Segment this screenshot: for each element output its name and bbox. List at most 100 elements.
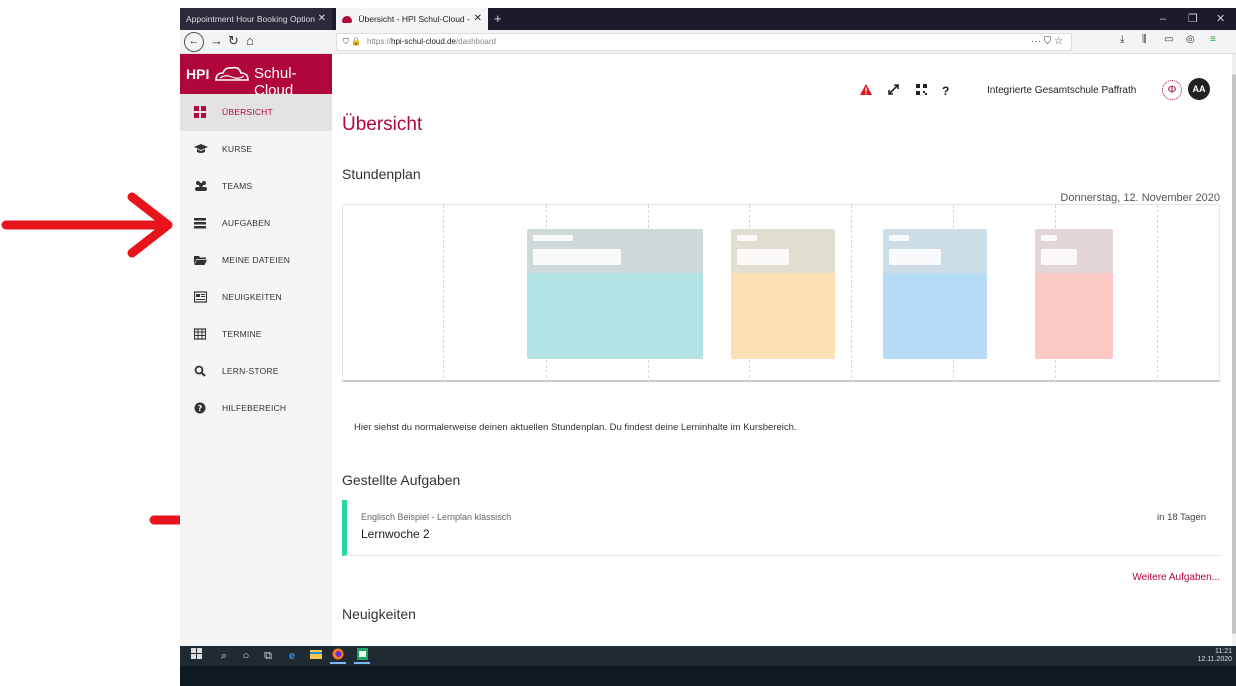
schedule-date: Donnerstag, 12. November 2020	[1060, 192, 1220, 204]
tasks-heading: Gestellte Aufgaben	[342, 472, 461, 488]
os-taskbar: ⌕ ○ ⧉ e 11:21 12.11.2020	[180, 646, 1236, 686]
sidebar-item-teams[interactable]: TEAMS	[180, 168, 332, 205]
library-icon[interactable]: ⫼	[1142, 34, 1147, 45]
schedule-gridline	[443, 205, 444, 383]
new-tab-button[interactable]: +	[494, 8, 502, 30]
scrollbar-thumb[interactable]	[1232, 74, 1236, 634]
url-bar[interactable]: ⛉ 🔒 https://hpi-schul-cloud.de/dashboard…	[336, 33, 1072, 51]
close-tab-icon[interactable]: ✕	[474, 8, 482, 30]
browser-tab-booking[interactable]: Appointment Hour Booking Option ✕	[180, 8, 332, 30]
task-title: Lernwoche 2	[361, 527, 430, 541]
schedule-placeholder-block	[1035, 229, 1113, 359]
close-tab-icon[interactable]: ✕	[318, 8, 326, 30]
svg-text:?: ?	[198, 404, 203, 413]
sidebar: HPI Schul-Cloud ÜBERSICHT KURSE TEAMS AU…	[180, 54, 332, 646]
url-host: hpi-schul-cloud.de	[391, 37, 456, 46]
reader-icon[interactable]: ▭	[1164, 34, 1173, 45]
school-logo-icon: Φ	[1162, 80, 1182, 100]
url-path: /dashboard	[455, 37, 496, 46]
windows-start-icon[interactable]	[188, 648, 204, 664]
sidebar-item-label: TEAMS	[222, 181, 253, 191]
schedule-gridline	[851, 205, 852, 383]
sidebar-item-label: ÜBERSICHT	[222, 107, 273, 117]
restore-icon[interactable]: ❐	[1188, 8, 1198, 30]
navigation-bar: ← → ↻ ⌂ ⛉ 🔒 https://hpi-schul-cloud.de/d…	[180, 30, 1236, 54]
avatar[interactable]: AA	[1188, 78, 1210, 100]
cortana-icon[interactable]: ○	[238, 648, 254, 664]
url-prefix: https://	[367, 37, 392, 46]
firefox-icon[interactable]	[330, 648, 346, 664]
sidebar-item-label: LERN-STORE	[222, 366, 279, 376]
clock-time: 11:21	[1215, 648, 1232, 655]
sidebar-item-uebersicht[interactable]: ÜBERSICHT	[180, 94, 332, 131]
minimize-icon[interactable]: –	[1160, 8, 1166, 30]
sidebar-item-hilfebereich[interactable]: ? HILFEBEREICH	[180, 390, 332, 427]
folder-icon	[194, 254, 207, 266]
browser-tab-dashboard[interactable]: Übersicht - HPI Schul-Cloud - ✕	[336, 8, 488, 30]
qr-code-icon[interactable]	[916, 84, 927, 95]
dashboard-icon	[194, 106, 206, 118]
warning-icon[interactable]	[860, 84, 872, 95]
newspaper-icon	[193, 291, 208, 303]
system-clock[interactable]: 11:21 12.11.2020	[1197, 648, 1232, 664]
more-tasks-link[interactable]: Weitere Aufgaben...	[1132, 572, 1220, 583]
cloud-logo-icon	[215, 66, 249, 81]
sidebar-item-label: AUFGABEN	[222, 218, 271, 228]
sidebar-item-termine[interactable]: TERMINE	[180, 316, 332, 353]
taskbar-strip: ⌕ ○ ⧉ e 11:21 12.11.2020	[180, 646, 1236, 666]
page-actions-icon[interactable]: ··· ⛉ ☆	[1031, 34, 1063, 50]
task-due: in 18 Tagen	[1157, 512, 1206, 523]
sidebar-item-label: KURSE	[222, 144, 253, 154]
sidebar-item-lern-store[interactable]: LERN-STORE	[180, 353, 332, 390]
tasks-icon	[194, 217, 206, 229]
menu-icon[interactable]: ≡	[1210, 34, 1216, 45]
clock-date: 12.11.2020	[1197, 656, 1232, 663]
graduation-cap-icon	[194, 143, 208, 155]
help-button[interactable]: ?	[942, 84, 949, 98]
page-title: Übersicht	[342, 114, 423, 135]
news-heading: Neuigkeiten	[342, 606, 416, 622]
back-button-icon[interactable]: ←	[184, 32, 204, 52]
sidebar-item-aufgaben[interactable]: AUFGABEN	[180, 205, 332, 242]
school-name[interactable]: Integrierte Gesamtschule Paffrath	[987, 85, 1136, 96]
scrollbar[interactable]	[1232, 54, 1236, 646]
extension-icon[interactable]: ◎	[1186, 34, 1195, 45]
users-icon	[194, 180, 207, 192]
search-icon[interactable]: ⌕	[216, 648, 232, 664]
task-card[interactable]: Englisch Beispiel - Lernplan klassisch L…	[342, 500, 1220, 556]
sidebar-item-label: NEUIGKEITEN	[222, 292, 282, 302]
calendar-icon	[193, 328, 207, 340]
edge-icon[interactable]: e	[284, 648, 300, 664]
lock-icon: ⛉ 🔒	[343, 37, 362, 46]
main-content: ? Integrierte Gesamtschule Paffrath Φ AA…	[332, 54, 1232, 646]
task-view-icon[interactable]: ⧉	[260, 648, 276, 664]
sidebar-item-label: MEINE DATEIEN	[222, 255, 291, 265]
sidebar-item-label: HILFEBEREICH	[222, 403, 287, 413]
explorer-icon[interactable]	[308, 648, 324, 664]
schedule-heading: Stundenplan	[342, 166, 421, 182]
sidebar-item-meine-dateien[interactable]: MEINE DATEIEN	[180, 242, 332, 279]
home-icon[interactable]: ⌂	[246, 32, 254, 50]
fullscreen-icon[interactable]	[888, 84, 899, 95]
reload-icon[interactable]: ↻	[228, 32, 239, 50]
spreadsheet-icon[interactable]	[354, 648, 370, 664]
annotation-arrow-aufgaben	[1, 192, 173, 258]
close-window-icon[interactable]: ✕	[1216, 8, 1225, 30]
tab-bar: Appointment Hour Booking Option ✕ Übersi…	[180, 8, 1236, 30]
tab-title: Übersicht - HPI Schul-Cloud -	[358, 14, 470, 24]
schedule-note: Hier siehst du normalerweise deinen aktu…	[354, 422, 797, 433]
task-course: Englisch Beispiel - Lernplan klassisch	[361, 512, 512, 522]
cloud-favicon-icon	[342, 16, 352, 24]
schedule-placeholder-block	[527, 229, 703, 359]
schedule-placeholder-block	[731, 229, 835, 359]
brand-logo[interactable]: HPI Schul-Cloud	[180, 54, 332, 99]
forward-button-icon[interactable]: →	[210, 32, 223, 50]
help-icon: ?	[194, 402, 206, 414]
browser-window: Appointment Hour Booking Option ✕ Übersi…	[180, 8, 1236, 686]
schedule-gridline	[1157, 205, 1158, 383]
schedule-grid	[342, 204, 1220, 383]
download-icon[interactable]: ⤓	[1120, 34, 1124, 45]
sidebar-item-kurse[interactable]: KURSE	[180, 131, 332, 168]
search-icon	[194, 365, 206, 377]
sidebar-item-neuigkeiten[interactable]: NEUIGKEITEN	[180, 279, 332, 316]
